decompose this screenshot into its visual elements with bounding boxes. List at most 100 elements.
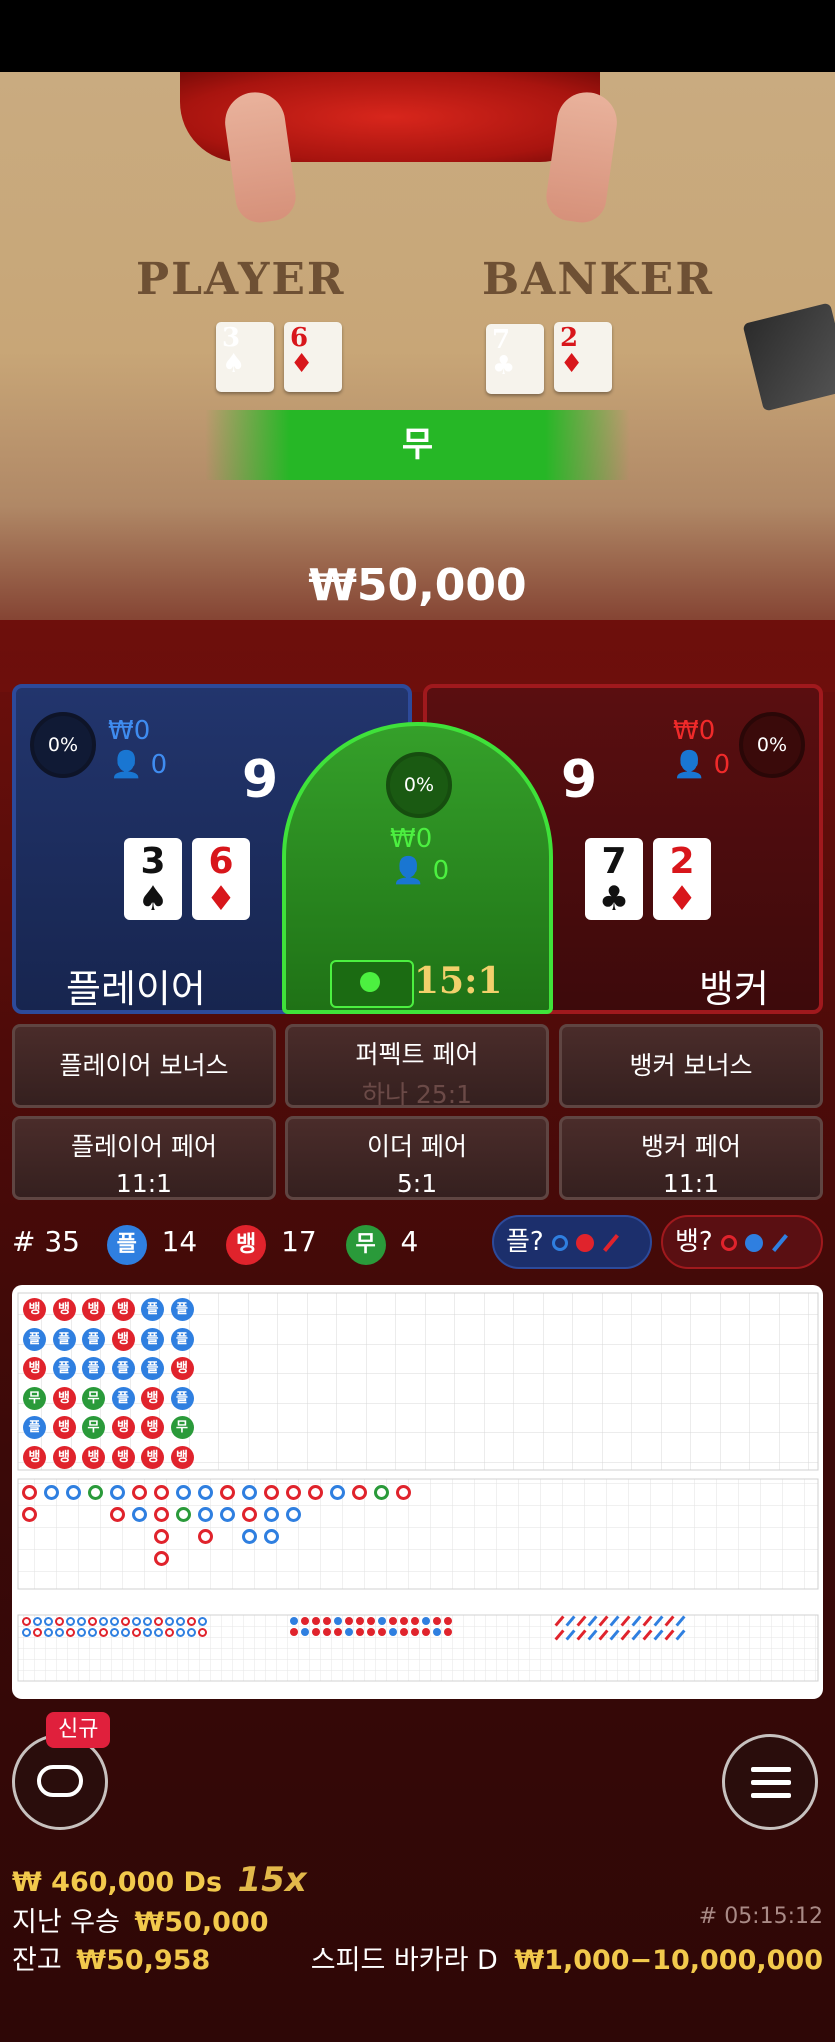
player-wins: 14	[161, 1225, 198, 1258]
banker-count-row: 👤 0	[673, 750, 730, 780]
cockroach-road-cell	[631, 1629, 642, 1641]
big-eye-cell	[55, 1628, 64, 1637]
big-eye-cell	[176, 1628, 185, 1637]
bead-cell: 플	[111, 1357, 135, 1380]
bead-cell: 플	[52, 1357, 76, 1380]
tie-bet-area[interactable]: 0% ₩0 👤 0 15:1	[282, 722, 553, 1014]
small-road-cell	[334, 1617, 342, 1625]
big-road-cell	[198, 1529, 213, 1544]
small-road-cell	[334, 1628, 342, 1636]
bead-cell: 뱅	[52, 1298, 76, 1321]
cockroach-road-cell	[598, 1615, 609, 1627]
cockroach-road-cell	[609, 1629, 620, 1641]
last-win-amount: ₩50,000	[134, 1907, 269, 1938]
big-eye-cell	[187, 1628, 196, 1637]
bead-cell: 뱅	[52, 1445, 76, 1469]
small-road-cell	[312, 1628, 320, 1636]
big-road-cell	[242, 1485, 257, 1500]
bead-cell: 플	[141, 1327, 164, 1351]
big-road-cell	[264, 1507, 279, 1522]
player-card-1: 3 ♠	[124, 838, 182, 920]
cockroach-road-cell	[587, 1629, 598, 1641]
cockroach-road-cell	[675, 1615, 686, 1627]
bead-cell: 플	[52, 1327, 76, 1351]
table-banker-card-1: 7 ♣	[486, 324, 544, 394]
bead-cell: 뱅	[23, 1298, 46, 1321]
cockroach-road-cell	[565, 1615, 576, 1627]
player-pair-button[interactable]: 플레이어 페어 11:1	[12, 1116, 276, 1200]
player-bonus-button[interactable]: 플레이어 보너스	[12, 1024, 276, 1108]
total-bet-row: ₩ 460,000 Ds 15x	[12, 1860, 307, 1900]
perfect-pair-button[interactable]: 퍼펙트 페어 하나 25:1	[285, 1024, 549, 1109]
bead-cell: 뱅	[141, 1416, 164, 1439]
small-road-cell	[378, 1628, 386, 1636]
banker-count: 0	[713, 750, 731, 780]
small-road-cell	[389, 1617, 397, 1625]
big-eye-cell	[99, 1628, 108, 1637]
banker-predict-button[interactable]: 뱅?	[661, 1215, 823, 1269]
big-road-cell	[154, 1551, 169, 1566]
big-road-cell	[264, 1529, 279, 1544]
cockroach-road-cell	[554, 1615, 565, 1627]
big-eye-cell	[88, 1617, 97, 1626]
tie-wins: 4	[400, 1225, 419, 1258]
table-player-label: PLAYER	[136, 254, 346, 305]
big-road-cell	[110, 1507, 125, 1522]
player-count-row: 👤 0	[110, 750, 167, 780]
cockroach-road-cell	[653, 1629, 664, 1641]
small-road-cell	[323, 1628, 331, 1636]
big-road-cell	[154, 1485, 169, 1500]
player-won: ₩0	[108, 716, 151, 746]
bead-cell: 뱅	[141, 1445, 164, 1469]
big-eye-cell	[33, 1617, 42, 1626]
big-eye-cell	[77, 1617, 86, 1626]
bead-cell: 뱅	[111, 1327, 135, 1351]
big-road-cell	[264, 1485, 279, 1500]
big-eye-cell	[154, 1617, 163, 1626]
banker-pair-button[interactable]: 뱅커 페어 11:1	[559, 1116, 823, 1200]
bead-cell: 뱅	[82, 1445, 105, 1469]
bead-cell: 뱅	[111, 1445, 135, 1469]
big-road-cell	[44, 1485, 59, 1500]
small-road-cell	[301, 1617, 309, 1625]
win-amount: ₩50,000	[308, 560, 527, 611]
table-name: 스피드 바카라 D	[310, 1945, 498, 1976]
result-label: 무	[401, 425, 434, 465]
big-road-cell	[110, 1485, 125, 1500]
big-eye-cell	[44, 1617, 53, 1626]
bead-cell: 뱅	[170, 1445, 194, 1469]
bead-cell: 플	[111, 1386, 135, 1410]
player-predict-button[interactable]: 플?	[492, 1215, 652, 1269]
small-road-cell	[367, 1628, 375, 1636]
menu-button[interactable]	[722, 1734, 818, 1830]
bead-cell: 플	[141, 1357, 164, 1380]
small-road-cell	[290, 1628, 298, 1636]
big-road-cell	[286, 1507, 301, 1522]
result-banner: 무	[205, 410, 630, 480]
big-eye-cell	[165, 1617, 174, 1626]
player-count: 0	[150, 750, 168, 780]
cockroach-road-cell	[609, 1615, 620, 1627]
bead-cell: 뱅	[82, 1298, 105, 1321]
chat-button[interactable]	[12, 1734, 108, 1830]
round-number: # 35	[12, 1225, 80, 1258]
big-road-cell	[220, 1507, 235, 1522]
player-pair-payout: 11:1	[115, 1169, 173, 1198]
either-pair-button[interactable]: 이더 페어 5:1	[285, 1116, 549, 1200]
big-road-cell	[176, 1507, 191, 1522]
cockroach-road-cell	[554, 1629, 565, 1641]
roadmap-panel[interactable]: 뱅뱅뱅뱅플플플플플뱅플플뱅플플플플뱅무뱅무플뱅플플뱅무뱅뱅무뱅뱅뱅뱅뱅뱅	[12, 1285, 823, 1699]
small-road-cell	[345, 1628, 353, 1636]
banker-pair-payout: 11:1	[662, 1169, 720, 1198]
bead-cell: 플	[170, 1327, 194, 1351]
banker-bonus-button[interactable]: 뱅커 보너스	[559, 1024, 823, 1108]
small-road-cell	[400, 1628, 408, 1636]
bead-cell: 플	[82, 1357, 105, 1380]
bead-cell: 뱅	[111, 1416, 135, 1439]
table-banker-card-2: 2 ♦	[554, 322, 612, 392]
table-player-card-2: 6 ♦	[284, 322, 342, 392]
total-bet: ₩ 460,000 Ds	[12, 1867, 223, 1898]
big-eye-cell	[143, 1628, 152, 1637]
cockroach-road-cell	[642, 1629, 653, 1641]
small-road-cell	[356, 1628, 364, 1636]
